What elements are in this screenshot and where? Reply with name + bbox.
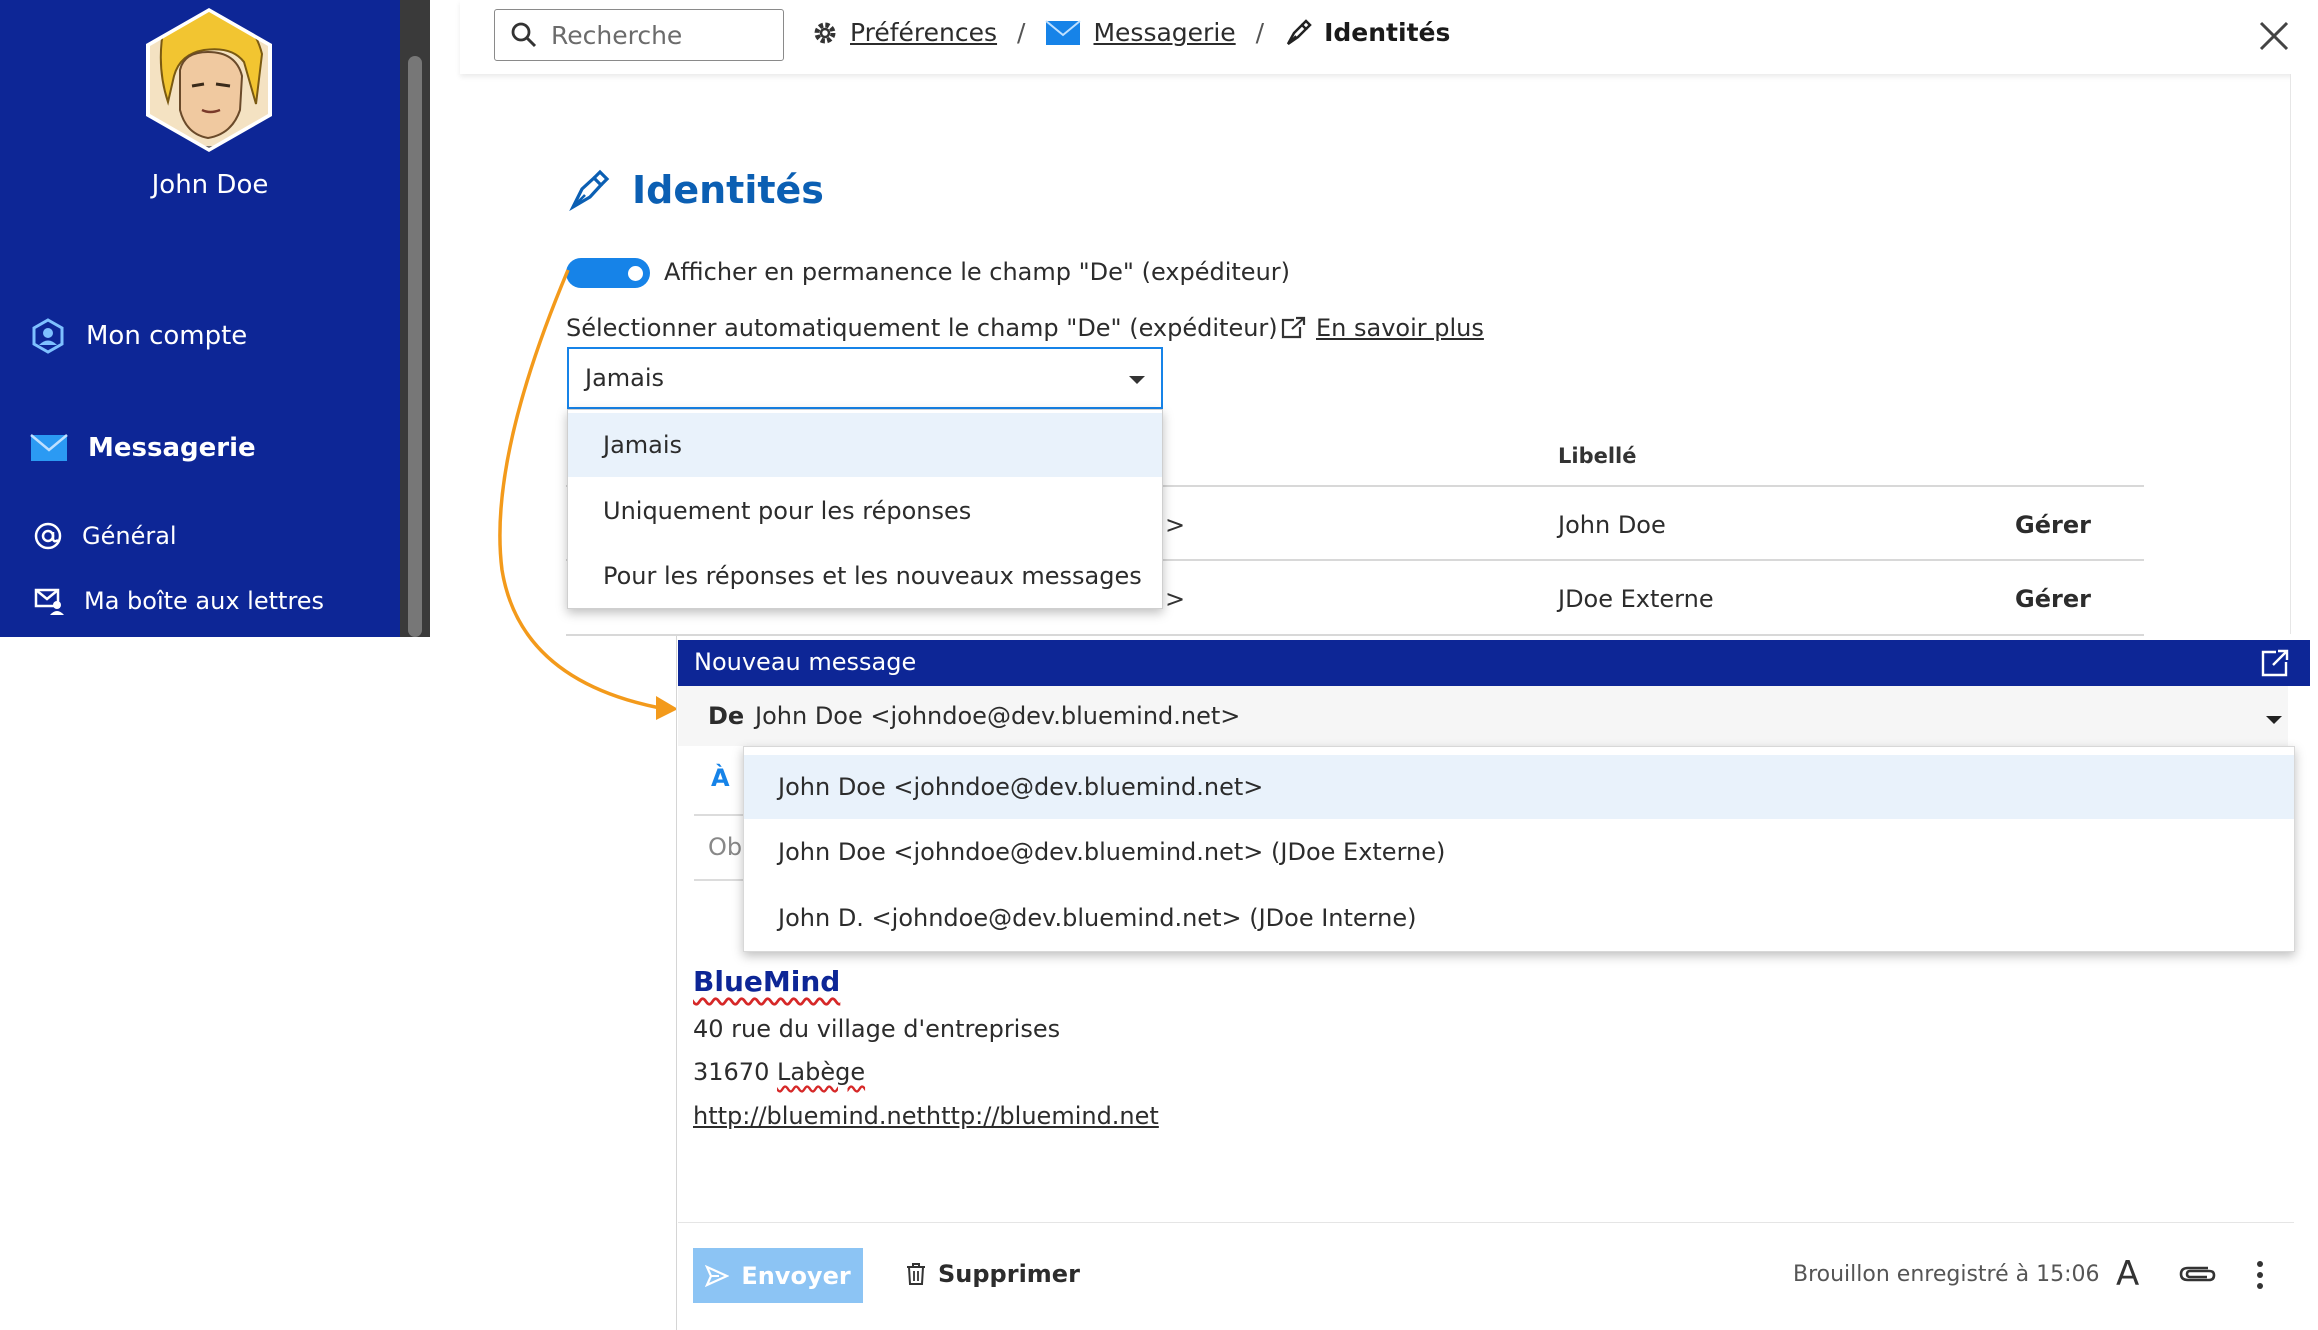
gear-icon	[814, 22, 836, 43]
subject-field[interactable]: Ob	[708, 833, 742, 861]
signature-city: 31670 Labège	[693, 1058, 865, 1086]
to-label[interactable]: À	[711, 764, 730, 792]
caret-down-icon[interactable]	[2266, 716, 2282, 724]
signature-url[interactable]: http://bluemind.nethttp://bluemind.net	[693, 1102, 1159, 1130]
from-option[interactable]: John Doe <johndoe@dev.bluemind.net> (JDo…	[744, 820, 2294, 884]
delete-label: Supprimer	[938, 1260, 1080, 1288]
column-header-label: Libellé	[1558, 444, 1637, 468]
breadcrumb-separator: /	[1017, 18, 1026, 47]
trash-icon	[907, 1263, 925, 1285]
annotation-arrow	[498, 269, 678, 720]
breadcrumb: Préférences / Messagerie / Identités	[812, 18, 1450, 47]
from-option[interactable]: John D. <johndoe@dev.bluemind.net> (JDoe…	[744, 886, 2294, 950]
row-email-tail: >	[1165, 511, 1186, 539]
sidebar-item-label: Ma boîte aux lettres	[84, 587, 325, 615]
pen-nib-icon	[1287, 18, 1312, 45]
pen-nib-icon	[569, 169, 610, 211]
sidebar-item-account[interactable]: Mon compte	[30, 318, 247, 354]
field-divider	[694, 879, 744, 881]
identity-label: JDoe Externe	[1558, 585, 1714, 613]
row-email-tail: >	[1165, 585, 1186, 613]
sidebar-item-label: Général	[82, 522, 177, 550]
mailbox-user-icon	[34, 588, 64, 615]
sidebar-scroll-thumb[interactable]	[408, 56, 422, 637]
user-avatar[interactable]	[144, 6, 274, 154]
manage-identity-button[interactable]: Gérer	[2015, 585, 2091, 613]
signature-address: 40 rue du village d'entreprises	[693, 1015, 1061, 1043]
send-button[interactable]: Envoyer	[693, 1248, 863, 1303]
send-label: Envoyer	[741, 1261, 851, 1290]
learn-more-text: En savoir plus	[1316, 314, 1484, 342]
popout-icon[interactable]	[2260, 648, 2290, 678]
draft-status: Brouillon enregistré à 15:06	[1793, 1262, 2100, 1287]
sidebar-item-mail[interactable]: Messagerie	[30, 433, 256, 463]
sidebar-item-general[interactable]: Général	[34, 522, 177, 550]
breadcrumb-mail[interactable]: Messagerie	[1093, 18, 1235, 47]
identity-label: John Doe	[1558, 511, 1666, 539]
breadcrumb-preferences[interactable]: Préférences	[850, 18, 997, 47]
send-icon	[705, 1264, 730, 1287]
delete-button[interactable]: Supprimer	[906, 1260, 1080, 1288]
close-icon[interactable]	[2256, 18, 2292, 54]
text-format-icon[interactable]: A	[2116, 1254, 2139, 1294]
more-options-icon[interactable]	[2255, 1260, 2265, 1290]
field-divider	[694, 814, 744, 816]
search-placeholder: Recherche	[551, 20, 683, 50]
sidebar-item-label: Messagerie	[88, 433, 256, 463]
envelope-icon	[1045, 19, 1082, 45]
signature-city-name: Labège	[777, 1058, 866, 1086]
from-dropdown-menu: John Doe <johndoe@dev.bluemind.net> John…	[743, 746, 2295, 952]
signature-zip: 31670	[693, 1058, 770, 1086]
manage-identity-button[interactable]: Gérer	[2015, 511, 2091, 539]
caret-down-icon	[1129, 376, 1145, 384]
sidebar-item-mailbox[interactable]: Ma boîte aux lettres	[34, 587, 324, 615]
search-input[interactable]: Recherche	[494, 9, 784, 61]
composer-title: Nouveau message	[694, 648, 917, 676]
composer-header: Nouveau message	[678, 640, 2310, 686]
page-title-text: Identités	[632, 168, 824, 212]
sidebar-scrollbar[interactable]	[400, 0, 430, 637]
signature-company: BlueMind	[693, 965, 841, 998]
breadcrumb-current: Identités	[1324, 18, 1451, 47]
footer-divider	[678, 1222, 2294, 1223]
from-option[interactable]: John Doe <johndoe@dev.bluemind.net>	[744, 755, 2294, 819]
external-link-icon	[1281, 316, 1306, 339]
page-title: Identités	[568, 168, 824, 212]
learn-more-link[interactable]: En savoir plus	[1280, 314, 1484, 342]
attachment-icon[interactable]	[2178, 1262, 2218, 1286]
envelope-icon	[30, 434, 68, 461]
user-name: John Doe	[151, 170, 269, 200]
show-from-label: Afficher en permanence le champ "De" (ex…	[664, 258, 1291, 286]
breadcrumb-separator: /	[1255, 18, 1265, 47]
at-sign-icon	[34, 522, 62, 550]
sidebar-item-label: Mon compte	[86, 321, 248, 351]
search-icon	[511, 22, 537, 48]
from-label: De	[708, 702, 745, 730]
account-icon	[32, 318, 64, 354]
main-scrollbar[interactable]	[2290, 74, 2318, 634]
from-value[interactable]: John Doe <johndoe@dev.bluemind.net>	[755, 702, 1240, 730]
